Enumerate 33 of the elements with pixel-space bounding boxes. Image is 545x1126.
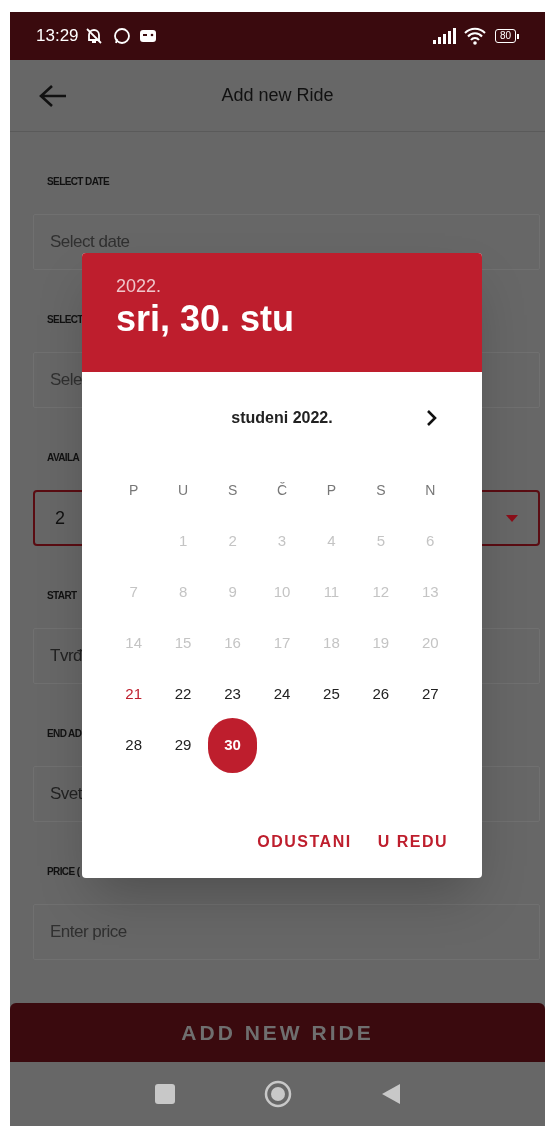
signal-icon (432, 28, 457, 44)
weekday-label: S (376, 480, 386, 500)
wifi-icon (462, 27, 487, 45)
ok-button[interactable]: U REDU (371, 822, 454, 862)
field-label: START (47, 589, 77, 603)
recent-apps-icon[interactable] (154, 1084, 175, 1104)
year-label[interactable]: 2022. (116, 275, 162, 297)
field-label: SELECT (47, 313, 83, 327)
field-label: PRICE ( (47, 865, 80, 879)
weekday-label: Č (276, 480, 288, 500)
weekday-label: S (227, 480, 238, 500)
home-icon[interactable] (263, 1080, 292, 1108)
back-triangle-icon[interactable] (380, 1083, 401, 1105)
field-label: AVAILA (47, 451, 80, 465)
back-arrow-icon[interactable] (38, 82, 68, 109)
chat-bubble-icon (112, 27, 131, 45)
next-month-chevron-icon[interactable] (426, 409, 438, 427)
dropdown-caret-icon[interactable] (506, 514, 518, 522)
screen-title: Add new Ride (220, 84, 335, 107)
month-label: studeni 2022. (231, 408, 333, 428)
selected-date-heading: sri, 30. stu (116, 297, 295, 341)
field-label: SELECT DATE (47, 175, 110, 189)
cancel-button[interactable]: ODUSTANI (251, 822, 358, 862)
gamepad-icon (138, 29, 157, 43)
clock-time: 13:29 (36, 25, 79, 48)
battery-icon: 80 (494, 29, 519, 43)
field-label: END AD (47, 727, 82, 741)
weekday-label: P (129, 480, 139, 500)
weekday-label: U (178, 480, 189, 500)
weekday-label: P (326, 480, 337, 500)
weekday-label: N (425, 480, 436, 500)
text-field[interactable]: Select date (33, 214, 540, 270)
calendar-day[interactable]: 30 (207, 718, 258, 773)
